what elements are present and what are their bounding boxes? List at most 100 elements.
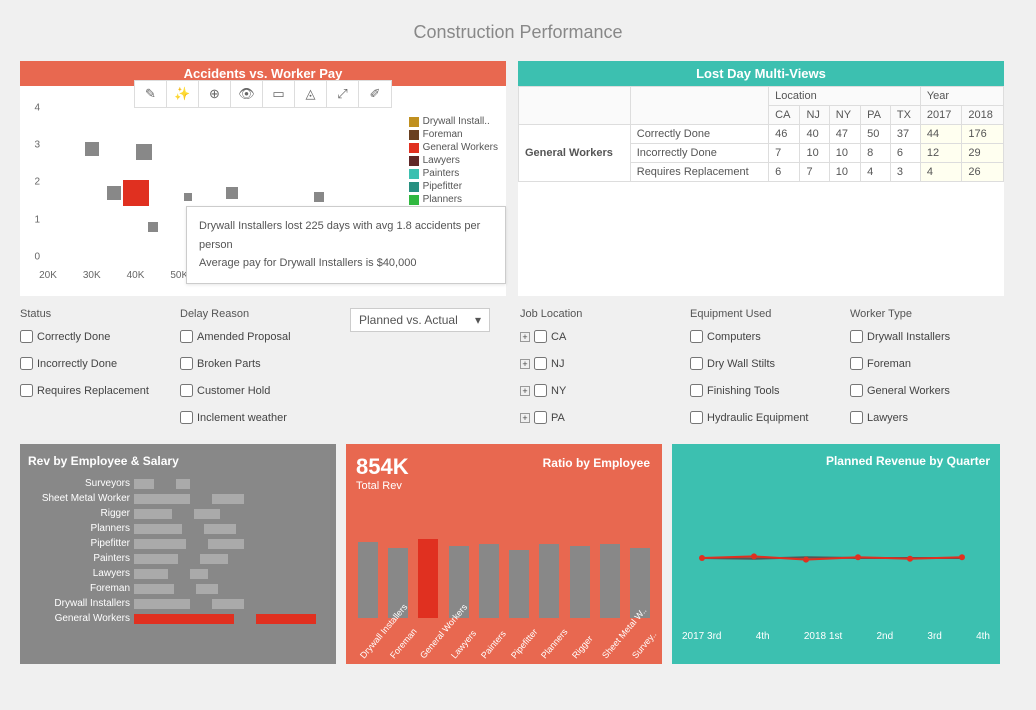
page-title: Construction Performance — [0, 0, 1036, 61]
scatter-panel: Accidents vs. Worker Pay ✎ ✨ ⊕ 👁 ▭ ◬ ⤢ ✐… — [20, 61, 506, 296]
delay-checkbox[interactable]: Customer Hold — [180, 384, 330, 397]
joblocation-item[interactable]: +NJ — [520, 357, 670, 370]
legend-item[interactable]: Planners — [409, 194, 498, 205]
status-checkbox[interactable]: Requires Replacement — [20, 384, 160, 397]
col-header: 2017 — [920, 106, 962, 125]
cell: 4 — [861, 163, 891, 182]
planned-actual-select[interactable]: Planned vs. Actual ▾ — [350, 308, 490, 332]
scatter-point[interactable] — [123, 180, 149, 206]
joblocation-item[interactable]: +PA — [520, 411, 670, 424]
legend-item[interactable]: Pipefitter — [409, 181, 498, 192]
y-tick: 3 — [34, 140, 40, 151]
cell: 6 — [890, 144, 920, 163]
equipment-label: Equipment Used — [690, 308, 830, 320]
legend-item[interactable]: Painters — [409, 168, 498, 179]
ratio-bar[interactable] — [479, 544, 499, 618]
ratio-bar[interactable] — [600, 544, 620, 618]
loc-header: Location — [769, 87, 921, 106]
scatter-point[interactable] — [136, 144, 152, 160]
legend-item[interactable]: Foreman — [409, 129, 498, 140]
status-checkbox[interactable]: Incorrectly Done — [20, 357, 160, 370]
legend-item[interactable]: General Workers — [409, 142, 498, 153]
worker-checkbox[interactable]: Foreman — [850, 357, 990, 370]
rev-row: Rigger — [28, 506, 328, 521]
expand-icon[interactable]: + — [520, 413, 530, 423]
cell: 50 — [861, 125, 891, 144]
scatter-point[interactable] — [148, 222, 158, 232]
rev-row: General Workers — [28, 611, 328, 626]
joblocation-item[interactable]: +NY — [520, 384, 670, 397]
worker-checkbox[interactable]: General Workers — [850, 384, 990, 397]
legend-item[interactable]: Lawyers — [409, 155, 498, 166]
expand-icon[interactable]: + — [520, 359, 530, 369]
row-label: Requires Replacement — [630, 163, 768, 182]
cell: 176 — [962, 125, 1004, 144]
rev-row: Sheet Metal Worker — [28, 491, 328, 506]
cell: 46 — [769, 125, 800, 144]
table-panel: Lost Day Multi-Views Location Year CANJN… — [518, 61, 1004, 296]
cell: 3 — [890, 163, 920, 182]
pencil-icon[interactable]: ✎ — [135, 81, 167, 107]
ratio-panel: Ratio by Employee 854K Total Rev Drywall… — [346, 444, 662, 664]
ratio-bar[interactable] — [509, 550, 529, 618]
ratio-bar[interactable] — [570, 546, 590, 618]
worker-checkbox[interactable]: Lawyers — [850, 411, 990, 424]
zoom-icon[interactable]: ⊕ — [199, 81, 231, 107]
ratio-bar[interactable] — [539, 544, 559, 618]
scatter-point[interactable] — [107, 186, 121, 200]
x-tick: 20K — [39, 270, 57, 281]
equipment-checkbox[interactable]: Dry Wall Stilts — [690, 357, 830, 370]
x-tick: 40K — [127, 270, 145, 281]
ratio-sub: Total Rev — [356, 480, 652, 492]
scatter-point[interactable] — [226, 187, 238, 199]
ratio-label: Survey.. — [630, 639, 651, 661]
rev-row: Planners — [28, 521, 328, 536]
cell: 12 — [920, 144, 962, 163]
x-tick: 30K — [83, 270, 101, 281]
cell: 7 — [769, 144, 800, 163]
equipment-checkbox[interactable]: Hydraulic Equipment — [690, 411, 830, 424]
expand-icon[interactable]: + — [520, 332, 530, 342]
worker-filter: Worker Type Drywall InstallersForemanGen… — [850, 308, 990, 436]
equipment-checkbox[interactable]: Finishing Tools — [690, 384, 830, 397]
lasso-icon[interactable]: ◬ — [295, 81, 327, 107]
y-tick: 4 — [34, 102, 40, 113]
status-checkbox[interactable]: Correctly Done — [20, 330, 160, 343]
ratio-label: Sheet Metal W.. — [600, 639, 621, 661]
joblocation-item[interactable]: +CA — [520, 330, 670, 343]
filters-row: Status Correctly Done Incorrectly Done Req… — [0, 296, 1036, 444]
select-icon[interactable]: ▭ — [263, 81, 295, 107]
equipment-checkbox[interactable]: Computers — [690, 330, 830, 343]
ratio-label: Planners — [539, 639, 560, 661]
y-axis: 01234 — [20, 100, 44, 268]
rev-title: Rev by Employee & Salary — [28, 454, 328, 468]
cell: 7 — [800, 163, 829, 182]
ratio-label: Painters — [479, 639, 500, 661]
joblocation-label: Job Location — [520, 308, 670, 320]
ratio-bar[interactable] — [358, 542, 378, 619]
planned-x-label: 2017 3rd — [682, 631, 721, 642]
col-header: PA — [861, 106, 891, 125]
ratio-bar[interactable] — [418, 539, 438, 618]
delay-checkbox[interactable]: Amended Proposal — [180, 330, 330, 343]
scatter-point[interactable] — [85, 142, 99, 156]
wand-icon[interactable]: ✨ — [167, 81, 199, 107]
col-header: CA — [769, 106, 800, 125]
worker-checkbox[interactable]: Drywall Installers — [850, 330, 990, 343]
rev-row: Painters — [28, 551, 328, 566]
edit-icon[interactable]: ✐ — [359, 81, 391, 107]
delay-checkbox[interactable]: Inclement weather — [180, 411, 330, 424]
eye-off-icon[interactable]: 👁 — [231, 81, 263, 107]
status-filter: Status Correctly Done Incorrectly Done Req… — [20, 308, 160, 436]
cell: 37 — [890, 125, 920, 144]
expand-icon[interactable]: + — [520, 386, 530, 396]
row-label: Incorrectly Done — [630, 144, 768, 163]
delay-checkbox[interactable]: Broken Parts — [180, 357, 330, 370]
legend-item[interactable]: Drywall Install.. — [409, 116, 498, 127]
cell: 10 — [829, 163, 860, 182]
expand-icon[interactable]: ⤢ — [327, 81, 359, 107]
ratio-label: General Workers — [418, 639, 439, 661]
scatter-point[interactable] — [184, 193, 192, 201]
scatter-point[interactable] — [314, 192, 324, 202]
status-label: Status — [20, 308, 160, 320]
